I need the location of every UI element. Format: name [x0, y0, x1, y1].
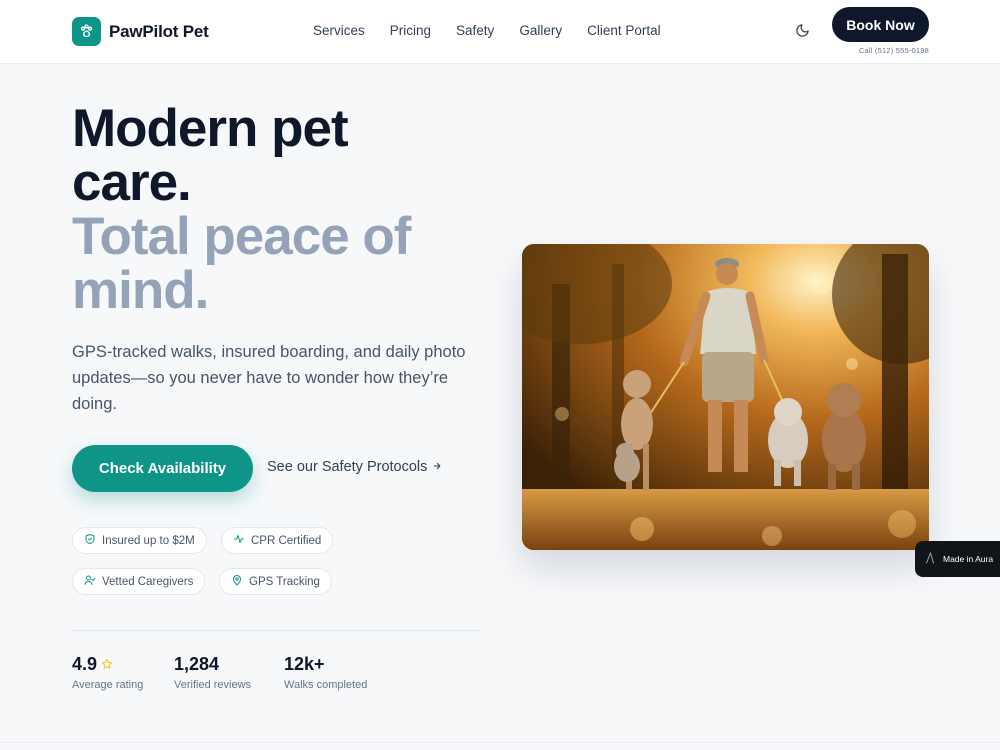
badge-vetted: Vetted Caregivers: [72, 568, 206, 595]
main-nav: Services Pricing Safety Gallery Client P…: [313, 23, 686, 38]
badge-insured: Insured up to $2M: [72, 527, 207, 554]
stat-label: Walks completed: [284, 679, 368, 691]
badge-cpr: CPR Certified: [221, 527, 334, 554]
stat-value-wrap: 4.9: [72, 654, 143, 675]
person-walking-dogs-image: [522, 244, 929, 550]
nav-services[interactable]: Services: [313, 23, 365, 38]
moon-icon[interactable]: [795, 23, 812, 40]
arrow-right-icon: [432, 459, 442, 475]
site-header: PawPilot Pet Services Pricing Safety Gal…: [0, 0, 1000, 64]
stat-reviews: 1,284 Verified reviews: [174, 654, 251, 691]
check-availability-button[interactable]: Check Availability: [72, 445, 253, 492]
badge-label: GPS Tracking: [249, 575, 320, 588]
section-divider: [0, 742, 1000, 743]
shield-check-icon: [84, 533, 96, 548]
nav-safety[interactable]: Safety: [456, 23, 494, 38]
photo-illustration: [522, 244, 929, 550]
badge-gps: GPS Tracking: [219, 568, 332, 595]
badge-label: CPR Certified: [251, 534, 322, 547]
star-icon: [101, 654, 113, 675]
call-phone-text[interactable]: Call (512) 555-0198: [859, 46, 929, 55]
pulse-icon: [233, 533, 245, 548]
stat-rating: 4.9 Average rating: [72, 654, 143, 691]
paw-icon: [72, 17, 101, 46]
stat-value: 12k+: [284, 654, 325, 674]
headline-line-1: Modern pet: [72, 99, 349, 158]
stat-value: 1,284: [174, 654, 220, 674]
nav-pricing[interactable]: Pricing: [390, 23, 431, 38]
stat-label: Verified reviews: [174, 679, 252, 691]
stat-label: Average rating: [72, 679, 144, 691]
made-in-aura-label: Made in Aura: [943, 554, 994, 564]
book-now-button[interactable]: Book Now: [832, 7, 929, 42]
stat-value: 4.9: [72, 654, 98, 674]
user-check-icon: [84, 574, 96, 589]
safety-protocols-link[interactable]: See our Safety Protocols: [267, 459, 442, 475]
brand-logo[interactable]: PawPilot Pet: [72, 17, 209, 46]
stats-divider: [72, 630, 480, 631]
hero-subtext: GPS-tracked walks, insured boarding, and…: [72, 343, 466, 413]
hero-headline: Modern pet care. Total peace of mind.: [72, 102, 492, 318]
safety-protocols-label: See our Safety Protocols: [267, 459, 428, 475]
badge-label: Insured up to $2M: [102, 534, 195, 547]
nav-gallery[interactable]: Gallery: [519, 23, 562, 38]
headline-line-4: mind.: [72, 261, 209, 320]
headline-line-2: care.: [72, 153, 192, 212]
aura-logo-icon: [925, 552, 935, 566]
brand-name: PawPilot Pet: [109, 21, 209, 41]
nav-client-portal[interactable]: Client Portal: [587, 23, 661, 38]
stat-walks: 12k+ Walks completed: [284, 654, 367, 691]
headline-line-3: Total peace of: [72, 207, 411, 266]
made-in-aura-badge[interactable]: Made in Aura: [915, 541, 1000, 577]
map-pin-icon: [231, 574, 243, 589]
badge-label: Vetted Caregivers: [102, 575, 194, 588]
